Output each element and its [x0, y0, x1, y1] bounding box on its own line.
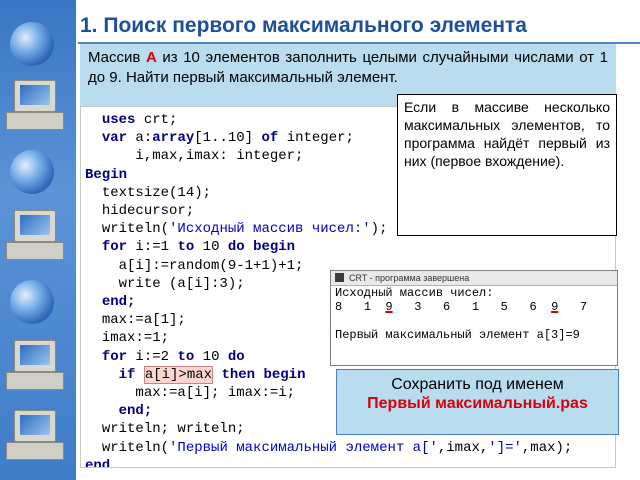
globe-icon [10, 280, 54, 324]
code-line: end. [85, 457, 119, 468]
code-line: writeln('Первый максимальный элемент a['… [101, 439, 573, 456]
output-window-titlebar: CRT - программа завершена [331, 271, 617, 286]
task-text-start: Массив [88, 49, 146, 66]
output-line: Исходный массив чисел: [335, 286, 494, 300]
output-numbers: 8 1 9 3 6 1 5 6 9 7 [335, 300, 588, 314]
save-note: Сохранить под именем Первый максимальный… [336, 369, 619, 435]
task-text-end: из 10 элементов заполнить целыми случайн… [88, 49, 608, 86]
computer-icon [6, 410, 64, 462]
decorative-sidebar [0, 0, 76, 480]
save-label: Сохранить под именем [391, 376, 564, 393]
computer-icon [6, 210, 64, 262]
output-window: CRT - программа завершена Исходный масси… [330, 270, 618, 366]
output-window-title: CRT - программа завершена [349, 273, 470, 283]
highlighted-condition: a[i]>max [143, 365, 214, 384]
output-blank [331, 314, 617, 328]
computer-icon [6, 340, 64, 392]
task-array-name: А [145, 49, 157, 66]
note-callout: Если в массиве несколько максимальных эл… [397, 94, 617, 236]
globe-icon [10, 150, 54, 194]
computer-icon [6, 80, 64, 132]
output-result: Первый максимальный элемент a[3]=9 [335, 328, 580, 342]
page-title: 1. Поиск первого максимального элемента [80, 14, 527, 37]
globe-icon [10, 22, 54, 66]
code-line: for i:=1 to 10 do begin [101, 239, 296, 256]
app-icon [335, 273, 344, 282]
save-filename: Первый максимальный.pas [367, 395, 588, 412]
